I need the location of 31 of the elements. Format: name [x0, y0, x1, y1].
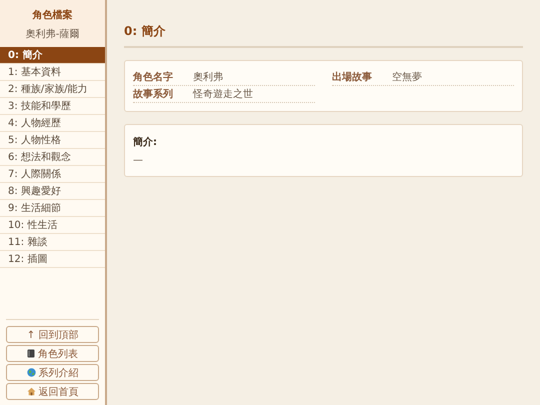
sidebar-item[interactable]: 5: 人物性格	[0, 132, 105, 149]
field-value: 空無夢	[392, 70, 422, 84]
field-label: 故事系列	[133, 88, 174, 101]
field-label: 角色名字	[133, 70, 174, 84]
notebook-icon	[27, 349, 35, 358]
sidebar-item[interactable]: 8: 興趣愛好	[0, 183, 105, 200]
home-button[interactable]: 返回首頁	[6, 383, 99, 400]
sidebar-item[interactable]: 12: 插圖	[0, 251, 105, 268]
field-label: 出場故事	[332, 70, 373, 84]
field-value: 奧利弗	[193, 70, 223, 84]
field-value: 怪奇遊走之世	[193, 88, 253, 101]
character-name: 奧利弗-薩爾	[26, 28, 80, 41]
house-icon	[26, 387, 36, 396]
sidebar-item[interactable]: 6: 想法和觀念	[0, 149, 105, 166]
character-list-button[interactable]: 角色列表	[6, 345, 99, 362]
sidebar-item[interactable]: 0: 簡介	[0, 47, 105, 64]
sidebar-item[interactable]: 9: 生活細節	[0, 200, 105, 217]
series-intro-button[interactable]: 系列介紹	[6, 364, 99, 381]
sidebar-item[interactable]: 7: 人際關係	[0, 166, 105, 183]
section-heading: 0: 簡介	[124, 20, 523, 48]
sidebar-item[interactable]: 1: 基本資料	[0, 64, 105, 81]
sidebar-title: 角色檔案	[32, 8, 72, 22]
sidebar-item[interactable]: 3: 技能和學歷	[0, 98, 105, 115]
intro-text: —	[133, 155, 144, 166]
sidebar-item[interactable]: 11: 雜談	[0, 234, 105, 251]
intro-title: 簡介:	[133, 136, 158, 149]
back-to-top-button[interactable]: ↑ 回到頂部	[6, 326, 99, 343]
sidebar-item[interactable]: 10: 性生活	[0, 217, 105, 234]
globe-icon	[26, 368, 36, 377]
sidebar-item[interactable]: 4: 人物經歷	[0, 115, 105, 132]
sidebar-item[interactable]: 2: 種族/家族/能力	[0, 81, 105, 98]
